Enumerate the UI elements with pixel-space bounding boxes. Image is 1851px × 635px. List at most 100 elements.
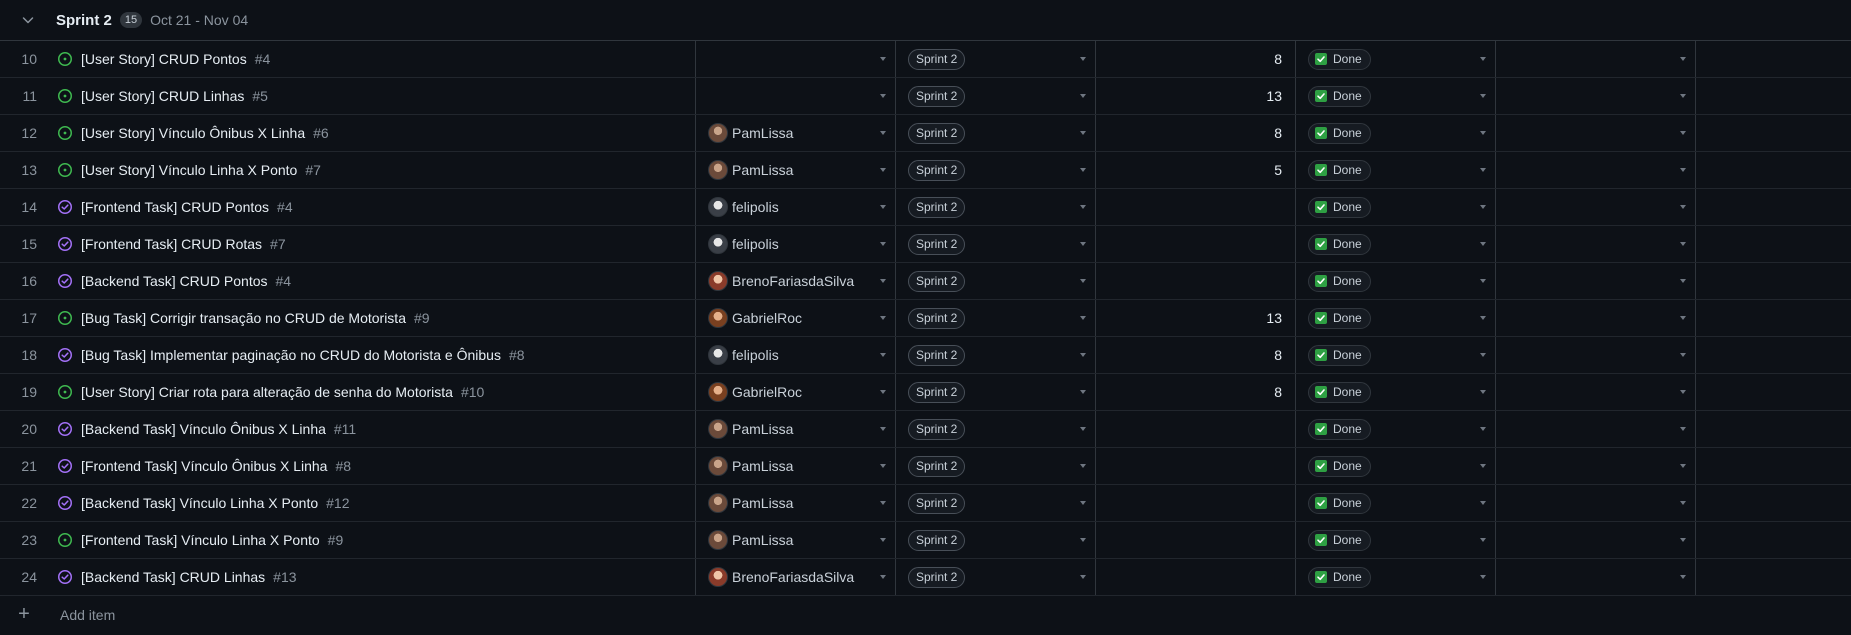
assignees-cell[interactable]: PamLissa <box>696 522 896 558</box>
empty-field-cell[interactable] <box>1496 411 1696 447</box>
estimate-cell[interactable]: 8 <box>1096 374 1296 410</box>
title-cell[interactable]: [Frontend Task] Vínculo Linha X Ponto #9 <box>47 522 696 558</box>
empty-field-cell[interactable] <box>1496 448 1696 484</box>
iteration-cell[interactable]: Sprint 2 <box>896 522 1096 558</box>
issue-title-link[interactable]: [Backend Task] CRUD Pontos <box>81 273 268 289</box>
add-item-row[interactable]: + Add item <box>0 596 1851 633</box>
table-row[interactable]: 13 [User Story] Vínculo Linha X Ponto #7 Pa… <box>0 152 1851 189</box>
status-cell[interactable]: Done <box>1296 41 1496 77</box>
table-row[interactable]: 21 [Frontend Task] Vínculo Ônibus X Linha… <box>0 448 1851 485</box>
estimate-cell[interactable] <box>1096 411 1296 447</box>
title-cell[interactable]: [Backend Task] CRUD Pontos #4 <box>47 263 696 299</box>
estimate-cell[interactable] <box>1096 485 1296 521</box>
empty-field-cell[interactable] <box>1496 374 1696 410</box>
estimate-cell[interactable] <box>1096 226 1296 262</box>
table-row[interactable]: 18 [Bug Task] Implementar paginação no CR… <box>0 337 1851 374</box>
iteration-cell[interactable]: Sprint 2 <box>896 374 1096 410</box>
status-cell[interactable]: Done <box>1296 189 1496 225</box>
issue-title-link[interactable]: [User Story] CRUD Pontos <box>81 51 247 67</box>
empty-field-cell[interactable] <box>1496 263 1696 299</box>
issue-title-link[interactable]: [Bug Task] Corrigir transação no CRUD de… <box>81 310 406 326</box>
assignees-cell[interactable] <box>696 78 896 114</box>
collapse-group-button[interactable] <box>0 12 56 28</box>
assignees-cell[interactable]: PamLissa <box>696 115 896 151</box>
issue-title-link[interactable]: [Frontend Task] Vínculo Ônibus X Linha <box>81 458 327 474</box>
assignees-cell[interactable]: BrenoFariasdaSilva <box>696 263 896 299</box>
title-cell[interactable]: [Frontend Task] CRUD Rotas #7 <box>47 226 696 262</box>
iteration-cell[interactable]: Sprint 2 <box>896 411 1096 447</box>
empty-field-cell[interactable] <box>1496 485 1696 521</box>
assignees-cell[interactable]: felipolis <box>696 226 896 262</box>
estimate-cell[interactable] <box>1096 559 1296 595</box>
estimate-cell[interactable] <box>1096 448 1296 484</box>
title-cell[interactable]: [User Story] Criar rota para alteração d… <box>47 374 696 410</box>
assignees-cell[interactable]: BrenoFariasdaSilva <box>696 559 896 595</box>
status-cell[interactable]: Done <box>1296 263 1496 299</box>
title-cell[interactable]: [Backend Task] Vínculo Linha X Ponto #12 <box>47 485 696 521</box>
title-cell[interactable]: [Frontend Task] CRUD Pontos #4 <box>47 189 696 225</box>
status-cell[interactable]: Done <box>1296 559 1496 595</box>
iteration-cell[interactable]: Sprint 2 <box>896 152 1096 188</box>
table-row[interactable]: 12 [User Story] Vínculo Ônibus X Linha #6 P… <box>0 115 1851 152</box>
table-row[interactable]: 15 [Frontend Task] CRUD Rotas #7 felipolis S… <box>0 226 1851 263</box>
title-cell[interactable]: [Frontend Task] Vínculo Ônibus X Linha #8 <box>47 448 696 484</box>
empty-field-cell[interactable] <box>1496 189 1696 225</box>
issue-title-link[interactable]: [User Story] Criar rota para alteração d… <box>81 384 453 400</box>
empty-field-cell[interactable] <box>1496 78 1696 114</box>
issue-title-link[interactable]: [User Story] Vínculo Linha X Ponto <box>81 162 297 178</box>
iteration-cell[interactable]: Sprint 2 <box>896 226 1096 262</box>
estimate-cell[interactable] <box>1096 263 1296 299</box>
iteration-cell[interactable]: Sprint 2 <box>896 448 1096 484</box>
estimate-cell[interactable]: 13 <box>1096 78 1296 114</box>
estimate-cell[interactable]: 5 <box>1096 152 1296 188</box>
iteration-cell[interactable]: Sprint 2 <box>896 189 1096 225</box>
empty-field-cell[interactable] <box>1496 41 1696 77</box>
title-cell[interactable]: [User Story] Vínculo Ônibus X Linha #6 <box>47 115 696 151</box>
empty-field-cell[interactable] <box>1496 300 1696 336</box>
assignees-cell[interactable]: felipolis <box>696 189 896 225</box>
issue-title-link[interactable]: [Backend Task] Vínculo Linha X Ponto <box>81 495 318 511</box>
title-cell[interactable]: [User Story] CRUD Linhas #5 <box>47 78 696 114</box>
issue-title-link[interactable]: [Frontend Task] Vínculo Linha X Ponto <box>81 532 320 548</box>
empty-field-cell[interactable] <box>1496 559 1696 595</box>
table-row[interactable]: 23 [Frontend Task] Vínculo Linha X Ponto #… <box>0 522 1851 559</box>
status-cell[interactable]: Done <box>1296 411 1496 447</box>
status-cell[interactable]: Done <box>1296 448 1496 484</box>
estimate-cell[interactable]: 8 <box>1096 115 1296 151</box>
estimate-cell[interactable] <box>1096 189 1296 225</box>
empty-field-cell[interactable] <box>1496 522 1696 558</box>
title-cell[interactable]: [User Story] CRUD Pontos #4 <box>47 41 696 77</box>
status-cell[interactable]: Done <box>1296 226 1496 262</box>
iteration-cell[interactable]: Sprint 2 <box>896 41 1096 77</box>
table-row[interactable]: 17 [Bug Task] Corrigir transação no CRUD … <box>0 300 1851 337</box>
iteration-cell[interactable]: Sprint 2 <box>896 300 1096 336</box>
title-cell[interactable]: [Bug Task] Implementar paginação no CRUD… <box>47 337 696 373</box>
iteration-cell[interactable]: Sprint 2 <box>896 485 1096 521</box>
table-row[interactable]: 22 [Backend Task] Vínculo Linha X Ponto #1… <box>0 485 1851 522</box>
iteration-cell[interactable]: Sprint 2 <box>896 78 1096 114</box>
estimate-cell[interactable]: 8 <box>1096 41 1296 77</box>
issue-title-link[interactable]: [Backend Task] CRUD Linhas <box>81 569 265 585</box>
title-cell[interactable]: [Bug Task] Corrigir transação no CRUD de… <box>47 300 696 336</box>
iteration-cell[interactable]: Sprint 2 <box>896 115 1096 151</box>
status-cell[interactable]: Done <box>1296 300 1496 336</box>
assignees-cell[interactable]: PamLissa <box>696 448 896 484</box>
empty-field-cell[interactable] <box>1496 226 1696 262</box>
estimate-cell[interactable] <box>1096 522 1296 558</box>
issue-title-link[interactable]: [Frontend Task] CRUD Pontos <box>81 199 269 215</box>
assignees-cell[interactable]: felipolis <box>696 337 896 373</box>
table-row[interactable]: 19 [User Story] Criar rota para alteração… <box>0 374 1851 411</box>
table-row[interactable]: 14 [Frontend Task] CRUD Pontos #4 felipolis… <box>0 189 1851 226</box>
assignees-cell[interactable]: PamLissa <box>696 152 896 188</box>
title-cell[interactable]: [User Story] Vínculo Linha X Ponto #7 <box>47 152 696 188</box>
issue-title-link[interactable]: [User Story] CRUD Linhas <box>81 88 244 104</box>
status-cell[interactable]: Done <box>1296 337 1496 373</box>
issue-title-link[interactable]: [Frontend Task] CRUD Rotas <box>81 236 262 252</box>
iteration-cell[interactable]: Sprint 2 <box>896 559 1096 595</box>
issue-title-link[interactable]: [User Story] Vínculo Ônibus X Linha <box>81 125 305 141</box>
empty-field-cell[interactable] <box>1496 337 1696 373</box>
estimate-cell[interactable]: 8 <box>1096 337 1296 373</box>
issue-title-link[interactable]: [Bug Task] Implementar paginação no CRUD… <box>81 347 501 363</box>
status-cell[interactable]: Done <box>1296 485 1496 521</box>
title-cell[interactable]: [Backend Task] Vínculo Ônibus X Linha #11 <box>47 411 696 447</box>
